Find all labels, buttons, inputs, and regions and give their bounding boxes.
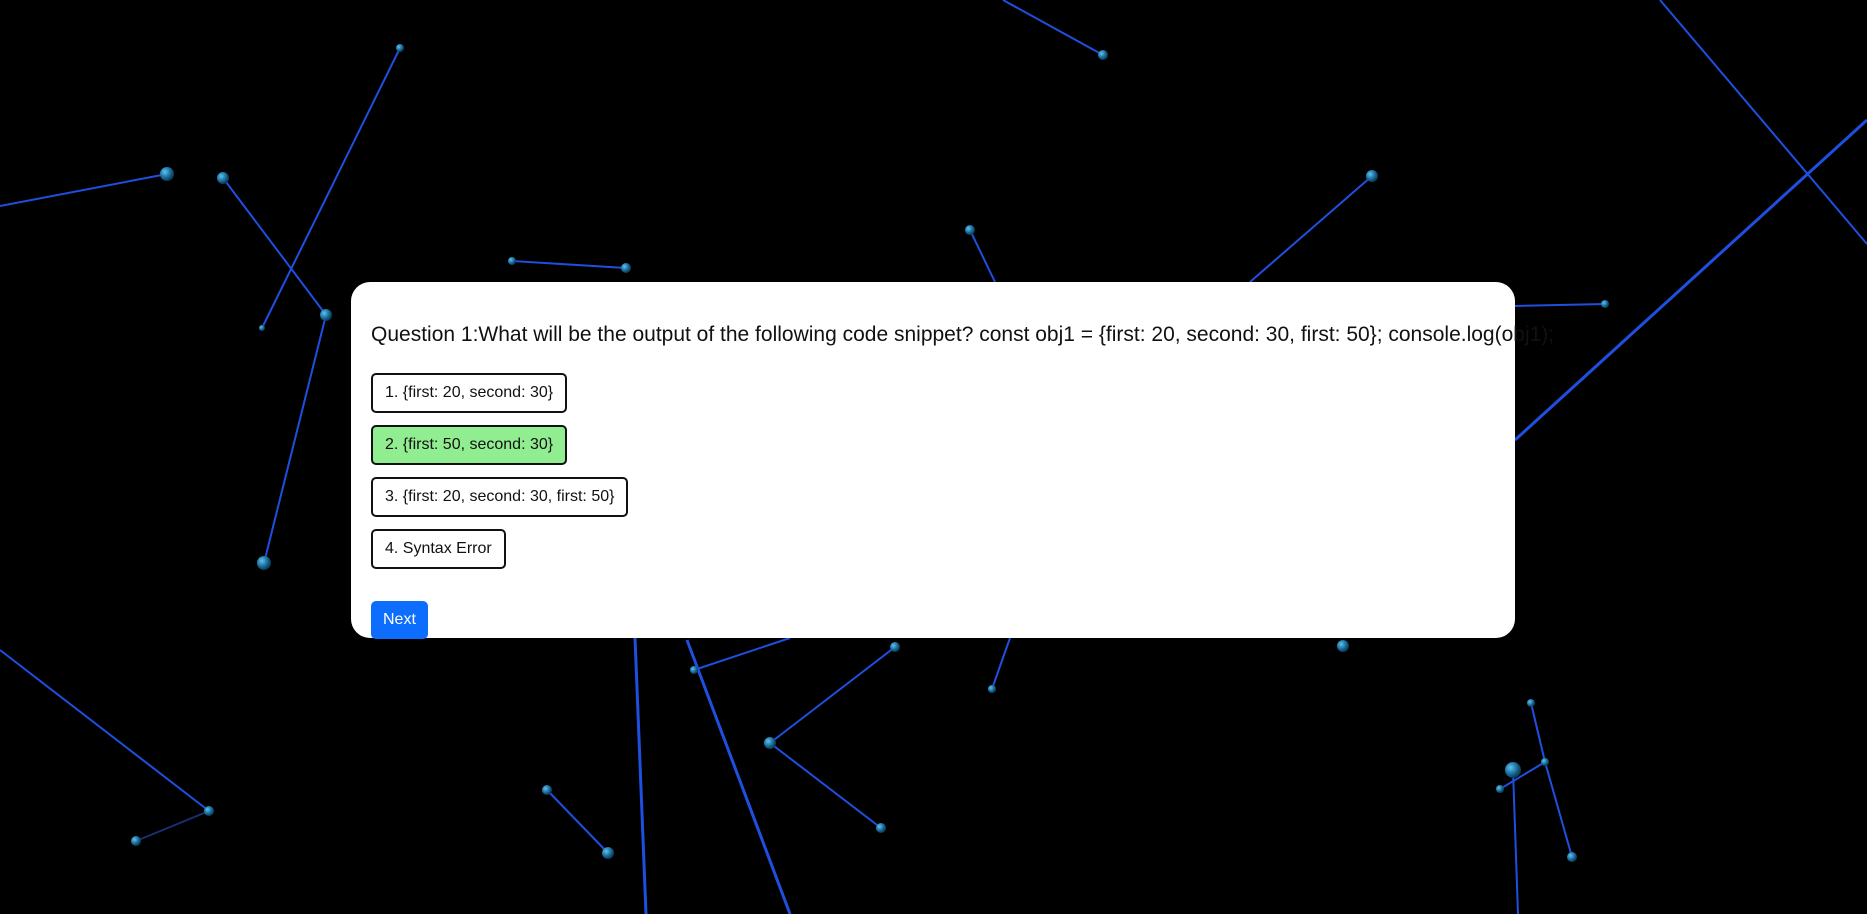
option-4-button[interactable]: 4. Syntax Error xyxy=(371,529,506,569)
option-3-button[interactable]: 3. {first: 20, second: 30, first: 50} xyxy=(371,477,629,517)
next-button[interactable]: Next xyxy=(371,601,428,639)
question-text: Question 1:What will be the output of th… xyxy=(371,323,1555,346)
option-1-button[interactable]: 1. {first: 20, second: 30} xyxy=(371,373,568,413)
answer-options: 1. {first: 20, second: 30} 2. {first: 50… xyxy=(371,373,1495,569)
quiz-card: Question 1:What will be the output of th… xyxy=(351,282,1555,639)
option-2-button[interactable]: 2. {first: 50, second: 30} xyxy=(371,425,568,465)
